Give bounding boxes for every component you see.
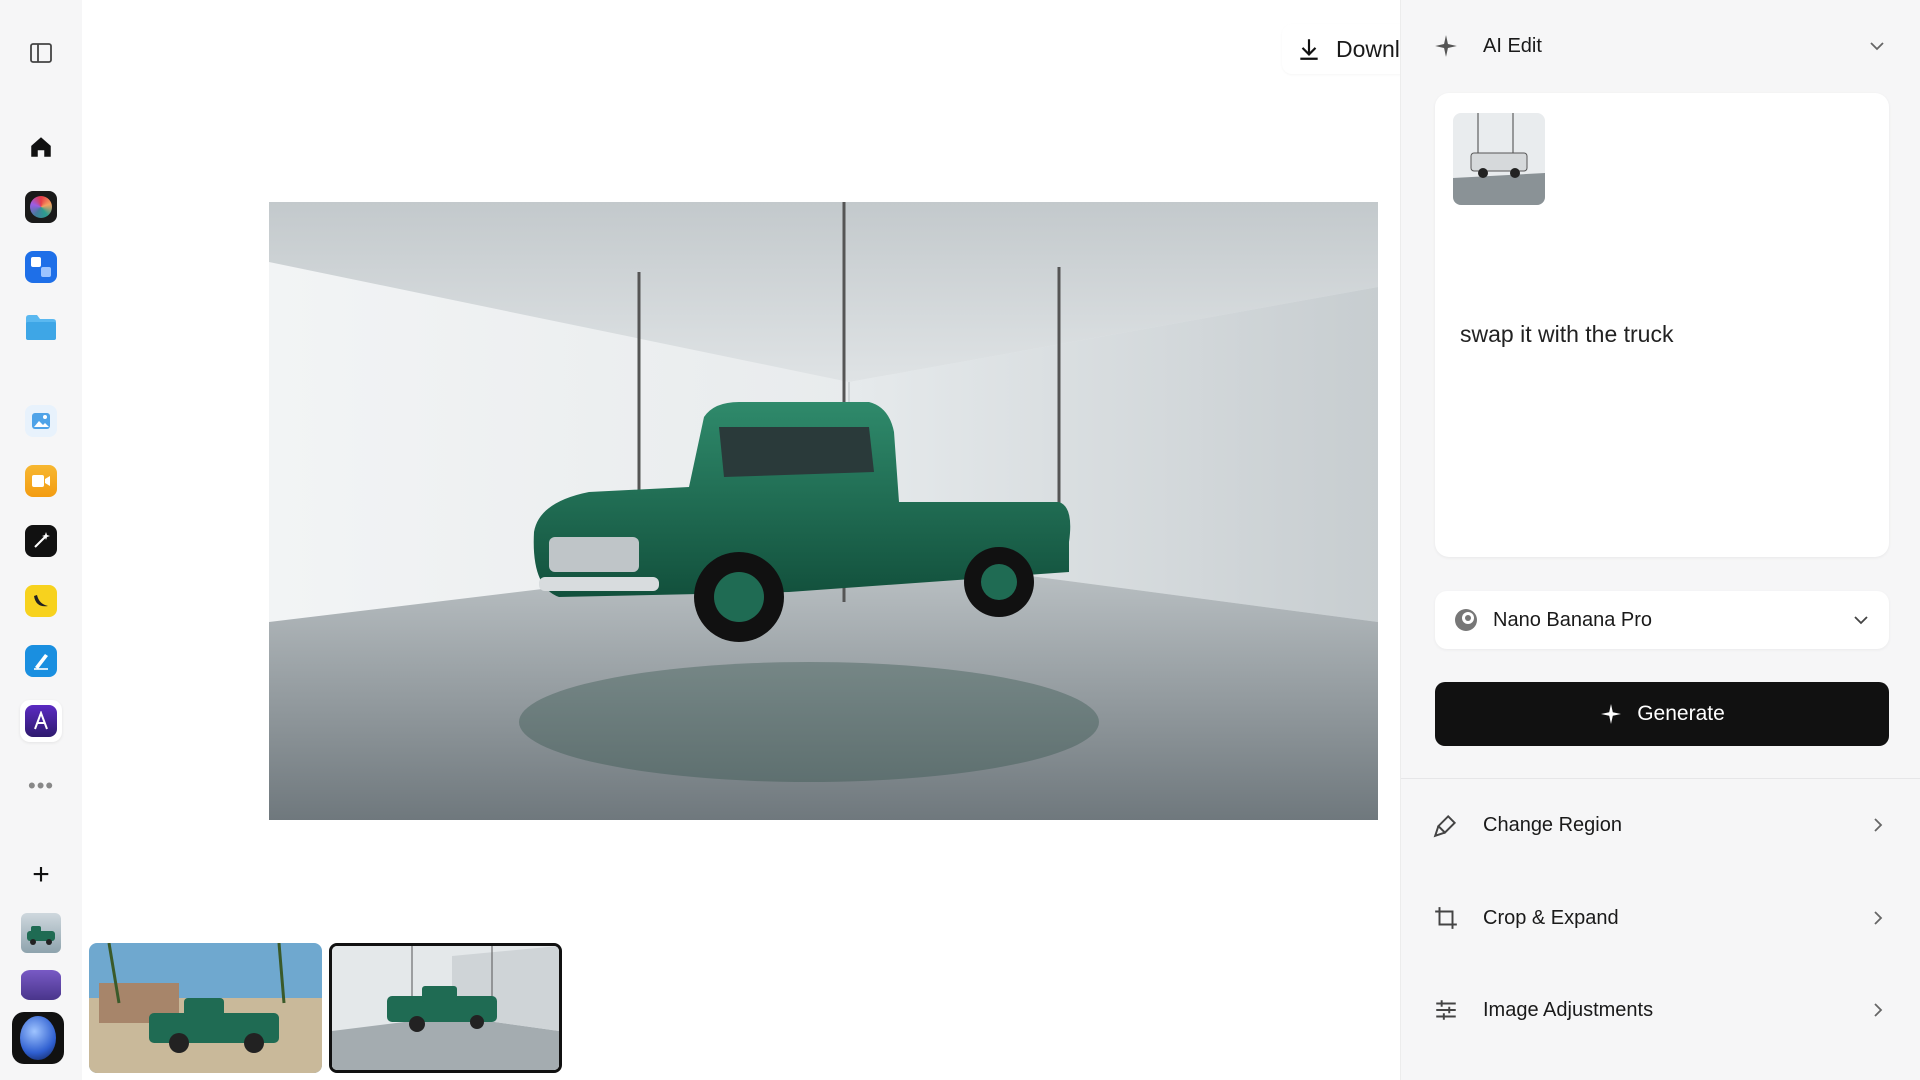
generate-button[interactable]: Generate: [1435, 682, 1889, 746]
chevron-down-icon: [1870, 42, 1884, 51]
folder-app-button[interactable]: [20, 306, 62, 348]
change-region-row[interactable]: Change Region: [1401, 795, 1920, 855]
magic-wand-app-icon: [25, 525, 57, 557]
model-name: Nano Banana Pro: [1493, 608, 1653, 631]
crop-expand-row[interactable]: Crop & Expand: [1401, 888, 1920, 948]
home-icon: [31, 137, 51, 157]
blocks-app-button[interactable]: [20, 246, 62, 288]
sparkle-icon: [1601, 704, 1622, 724]
font-app-icon: [25, 705, 57, 737]
panel-title: AI Edit: [1483, 34, 1542, 57]
video-app-icon: [25, 465, 57, 497]
crop-icon: [1435, 907, 1457, 929]
sidebar-toggle-icon: [30, 43, 52, 63]
app-sidebar: ••• +: [0, 0, 82, 1080]
font-app-button[interactable]: [20, 700, 62, 742]
banana-app-button[interactable]: [20, 580, 62, 622]
tool-label: Change Region: [1483, 813, 1622, 836]
chevron-right-icon: [1874, 818, 1883, 832]
image-adjustments-row[interactable]: Image Adjustments: [1401, 980, 1920, 1040]
project-thumbnail: [21, 970, 61, 1000]
ai-edit-panel: AI Edit swap it with the truck Nano Bana…: [1400, 0, 1920, 1080]
brush-icon: [1433, 814, 1457, 838]
photos-app-icon: [25, 405, 57, 437]
folder-icon: [26, 315, 56, 340]
sparkle-icon: [1435, 35, 1457, 57]
image-canvas: Download: [82, 0, 1453, 1080]
model-selector[interactable]: Nano Banana Pro: [1435, 591, 1889, 649]
magic-wand-app-button[interactable]: [20, 520, 62, 562]
plus-icon: +: [32, 858, 50, 891]
version-thumbnail-2[interactable]: [329, 943, 562, 1073]
recent-project-2[interactable]: [20, 970, 62, 1000]
chevron-right-icon: [1874, 1003, 1883, 1017]
photos-app-button[interactable]: [20, 400, 62, 442]
home-button[interactable]: [20, 126, 62, 168]
tool-label: Image Adjustments: [1483, 998, 1654, 1021]
toggle-sidebar-button[interactable]: [20, 32, 62, 74]
project-thumbnail: [21, 913, 61, 953]
prompt-card[interactable]: swap it with the truck: [1435, 93, 1889, 557]
chevron-down-icon: [1854, 616, 1868, 625]
color-wheel-app-button[interactable]: [20, 186, 62, 228]
generate-label: Generate: [1637, 702, 1725, 725]
more-apps-button[interactable]: •••: [28, 773, 54, 799]
model-logo-icon: [1455, 609, 1477, 631]
prompt-input[interactable]: swap it with the truck: [1460, 321, 1673, 348]
add-button[interactable]: +: [20, 854, 62, 896]
banana-app-icon: [25, 585, 57, 617]
edited-image: [269, 202, 1378, 820]
ai-edit-header[interactable]: AI Edit: [1401, 18, 1920, 74]
tool-label: Crop & Expand: [1483, 906, 1619, 929]
video-app-button[interactable]: [20, 460, 62, 502]
avatar: [20, 1016, 56, 1060]
color-wheel-app-icon: [25, 191, 57, 223]
pen-app-button[interactable]: [20, 640, 62, 682]
blocks-app-icon: [25, 251, 57, 283]
chevron-right-icon: [1874, 911, 1883, 925]
divider: [1401, 778, 1920, 779]
version-thumbnail-1[interactable]: [89, 943, 322, 1073]
user-avatar-button[interactable]: [12, 1012, 64, 1064]
pen-app-icon: [25, 645, 57, 677]
reference-image-thumbnail[interactable]: [1453, 113, 1545, 205]
recent-project-1[interactable]: [20, 912, 62, 954]
download-icon: [1300, 39, 1318, 60]
sliders-icon: [1436, 1000, 1456, 1020]
